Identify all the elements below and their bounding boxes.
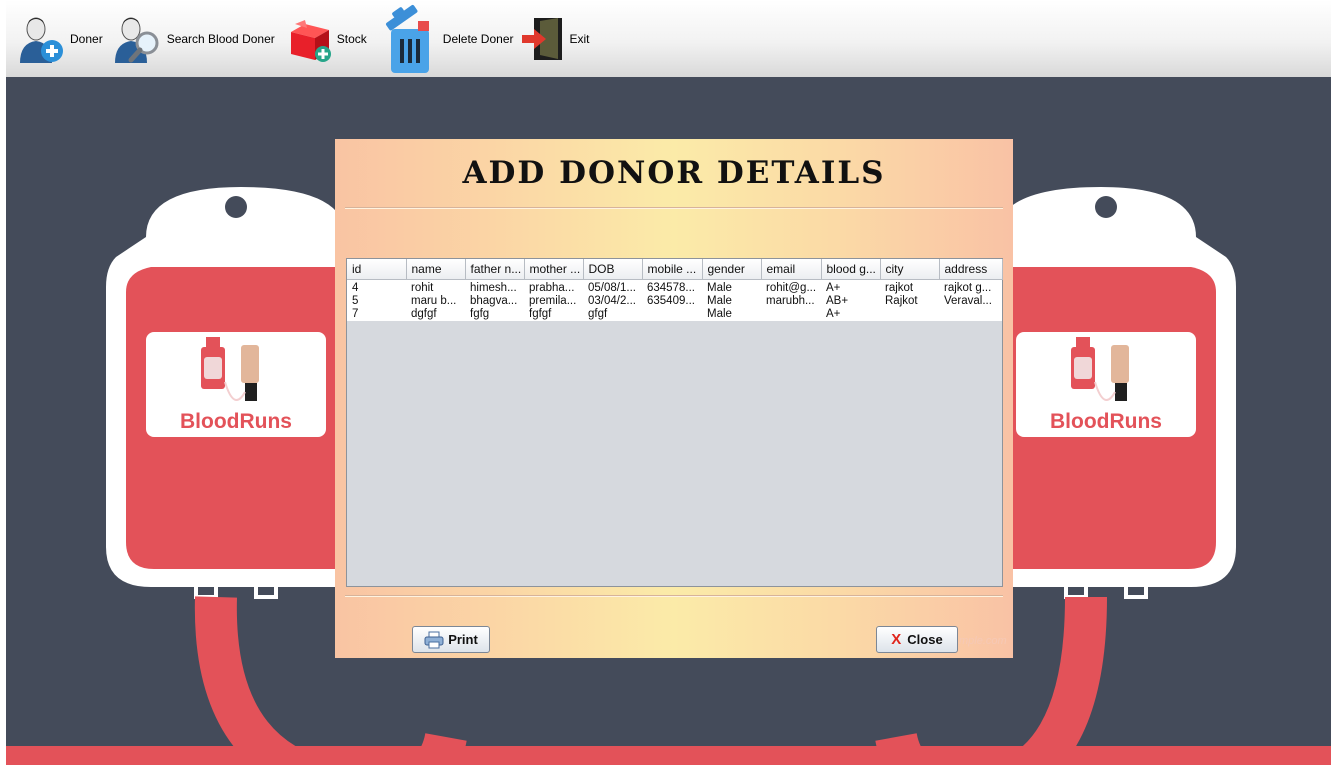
table-cell: fgfg [465,308,524,321]
table-cell: A+ [821,279,880,295]
bottom-accent-bar [6,746,1331,765]
close-button-label: Close [907,632,943,647]
footer-separator [345,595,1003,597]
table-cell: himesh... [465,279,524,295]
table-cell: A+ [821,308,880,321]
column-header[interactable]: DOB [583,259,643,280]
dialog-title: ADD DONOR DETAILS [462,155,886,191]
toolbar-delete-label: Delete Doner [442,31,514,46]
exit-door-icon [521,17,562,60]
add-donor-dialog: ADD DONOR DETAILS id name father n... mo… [335,139,1013,658]
close-button[interactable]: X Close [876,626,958,653]
table-cell: prabha... [524,279,583,295]
toolbar-delete-button[interactable]: Delete Doner [381,3,514,75]
table-cell: gfgf [583,308,642,321]
table-cell: Rajkot [880,295,939,308]
column-header[interactable]: mobile ... [642,259,703,280]
table-cell: 05/08/1... [583,279,642,295]
table-cell: Male [702,308,761,321]
table-cell: 7 [347,308,406,321]
table-cell [880,308,939,321]
table-cell: 4 [347,279,406,295]
column-header[interactable]: blood g... [821,259,881,280]
column-header[interactable]: address [939,259,1003,280]
table-cell: rajkot [880,279,939,295]
table-cell: 634578... [642,279,702,295]
toolbar-doner-button[interactable]: Doner [16,13,103,65]
table-row[interactable]: 7 dgfgf fgfg fgfgf gfgf Male A+ [347,308,1002,321]
table-cell: dgfgf [406,308,465,321]
close-icon: X [891,631,902,648]
table-cell: 635409... [642,295,702,308]
table-cell: 5 [347,295,406,308]
toolbar-stock-button[interactable]: Stock [285,14,367,64]
trash-icon [385,4,429,73]
printer-icon [424,631,444,648]
table-cell [642,308,702,321]
toolbar-doner-label: Doner [70,31,103,46]
column-header[interactable]: name [406,259,466,280]
column-header[interactable]: email [761,259,822,280]
toolbar-stock-label: Stock [336,31,367,46]
donor-table[interactable]: id name father n... mother ... DOB mobil… [346,258,1003,587]
table-cell: bhagva... [465,295,524,308]
print-button[interactable]: Print [412,626,490,653]
column-header[interactable]: father n... [465,259,525,280]
bloodruns-logo-right-text: BloodRuns [1050,410,1162,433]
column-header[interactable]: city [880,259,940,280]
column-header[interactable]: gender [702,259,762,280]
table-cell: Male [702,295,761,308]
table-row[interactable]: 5 maru b... bhagva... premila... 03/04/2… [347,295,1002,308]
table-cell: Male [702,279,761,295]
table-cell: premila... [524,295,583,308]
column-header[interactable]: mother ... [524,259,584,280]
main-toolbar: Doner Search Blood Doner Stock Delete Do… [6,0,1331,77]
table-header-row: id name father n... mother ... DOB mobil… [347,259,1003,280]
table-cell: 03/04/2... [583,295,642,308]
title-separator [345,207,1003,209]
table-cell: Veraval... [939,295,1002,308]
table-row[interactable]: 4 rohit himesh... prabha... 05/08/1... 6… [347,279,1002,295]
watermark-text: mple.com [959,635,1007,647]
toolbar-search-label: Search Blood Doner [166,31,275,46]
toolbar-search-button[interactable]: Search Blood Doner [113,13,275,65]
search-user-icon [114,17,159,63]
column-header[interactable]: id [347,259,407,280]
table-cell: fgfgf [524,308,583,321]
stock-box-icon [290,19,331,62]
table-cell [761,308,821,321]
table-cell [939,308,1002,321]
print-button-label: Print [448,632,478,647]
table-cell: rohit [406,279,465,295]
table-cell: maru b... [406,295,465,308]
table-cell: rajkot g... [939,279,1002,295]
toolbar-exit-label: Exit [569,31,590,46]
add-user-icon [20,17,63,63]
table-cell: AB+ [821,295,880,308]
bloodruns-logo-left-text: BloodRuns [180,410,292,433]
toolbar-exit-button[interactable]: Exit [520,15,590,63]
table-cell: rohit@g... [761,279,821,295]
table-cell: marubh... [761,295,821,308]
